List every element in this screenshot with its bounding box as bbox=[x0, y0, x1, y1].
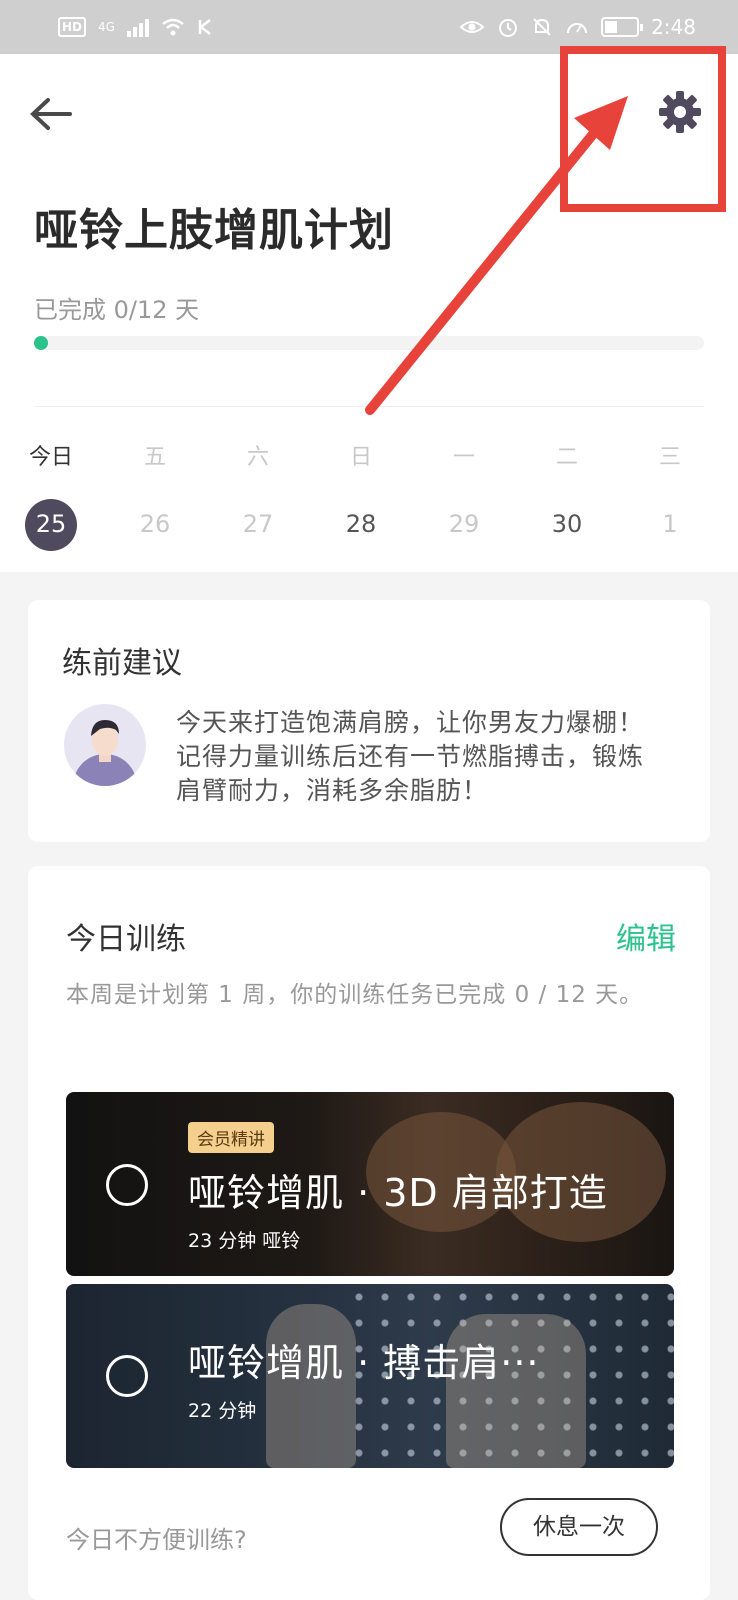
hd-icon: HD bbox=[58, 17, 87, 37]
wifi-icon bbox=[162, 18, 184, 36]
advice-title: 练前建议 bbox=[62, 646, 182, 681]
plan-progress-fill bbox=[34, 336, 48, 350]
plan-progress-text: 已完成 0/12 天 bbox=[34, 296, 200, 324]
training-description: 本周是计划第 1 周，你的训练任务已完成 0 / 12 天。 bbox=[66, 982, 644, 1008]
edit-button[interactable]: 编辑 bbox=[616, 914, 676, 958]
training-title: 今日训练 bbox=[66, 922, 186, 957]
member-badge: 会员精讲 bbox=[188, 1122, 274, 1153]
session-meta: 23 分钟 哑铃 bbox=[188, 1230, 301, 1252]
date-cell[interactable]: 1 bbox=[630, 499, 710, 549]
weekday-label: 日 bbox=[349, 445, 372, 470]
today-training-card: 今日训练 编辑 本周是计划第 1 周，你的训练任务已完成 0 / 12 天。 会… bbox=[28, 866, 710, 1600]
plan-title: 哑铃上肢增肌计划 bbox=[34, 205, 394, 256]
week-labels: 今日 五 六 日 一 二 三 bbox=[0, 439, 738, 479]
alarm-icon bbox=[499, 19, 518, 37]
date-cell[interactable]: 29 bbox=[424, 499, 504, 549]
annotation-highlight-box bbox=[560, 46, 726, 212]
session-name: 哑铃增肌 · 搏击肩··· bbox=[188, 1341, 540, 1385]
battery-icon bbox=[601, 17, 644, 37]
signal-icon bbox=[126, 17, 149, 37]
advice-text: 今天来打造饱满肩膀，让你男友力爆棚！记得力量训练后还有一节燃脂搏击，锻炼肩臂耐力… bbox=[176, 708, 645, 805]
session-name: 哑铃增肌 · 3D 肩部打造 bbox=[188, 1171, 608, 1215]
weekday-label: 三 bbox=[658, 445, 681, 470]
date-cell-selected[interactable]: 25 bbox=[25, 499, 77, 551]
rest-button[interactable]: 休息一次 bbox=[500, 1498, 658, 1556]
k-icon bbox=[198, 19, 211, 35]
status-left: HD 4G bbox=[58, 17, 213, 37]
weekday-label: 今日 bbox=[28, 445, 73, 470]
session-meta: 22 分钟 bbox=[188, 1400, 257, 1422]
weekday-label: 五 bbox=[143, 445, 166, 470]
date-cell[interactable]: 27 bbox=[218, 499, 298, 549]
session-card[interactable]: 哑铃增肌 · 搏击肩··· 22 分钟 bbox=[66, 1284, 674, 1468]
eye-icon bbox=[459, 21, 485, 33]
rest-question: 今日不方便训练? bbox=[66, 1526, 247, 1554]
divider bbox=[34, 406, 704, 407]
date-cell[interactable]: 26 bbox=[115, 499, 195, 549]
session-checkbox[interactable] bbox=[106, 1164, 148, 1206]
back-button[interactable] bbox=[28, 94, 76, 134]
mute-bell-icon bbox=[533, 18, 551, 36]
weekday-label: 六 bbox=[246, 445, 269, 470]
plan-progress-bar bbox=[34, 336, 704, 350]
weekday-label: 一 bbox=[452, 445, 475, 470]
week-dates: 25 26 27 28 29 30 1 bbox=[0, 499, 738, 559]
user-avatar-icon bbox=[64, 704, 146, 786]
date-cell[interactable]: 30 bbox=[527, 499, 607, 549]
pre-training-advice-card: 练前建议 今天来打造饱满肩膀，让你男友力爆棚！记得力量训练后还有一节燃脂搏击，锻… bbox=[28, 600, 710, 842]
session-checkbox[interactable] bbox=[106, 1355, 148, 1397]
status-right: 2:48 bbox=[459, 15, 696, 39]
status-time: 2:48 bbox=[651, 15, 696, 39]
date-cell[interactable]: 28 bbox=[321, 499, 401, 549]
weekday-label: 二 bbox=[555, 445, 578, 470]
network-label: 4G bbox=[98, 20, 115, 34]
session-card[interactable]: 会员精讲 哑铃增肌 · 3D 肩部打造 23 分钟 哑铃 bbox=[66, 1092, 674, 1276]
speed-icon bbox=[567, 23, 588, 34]
arrow-left-icon bbox=[30, 98, 72, 130]
